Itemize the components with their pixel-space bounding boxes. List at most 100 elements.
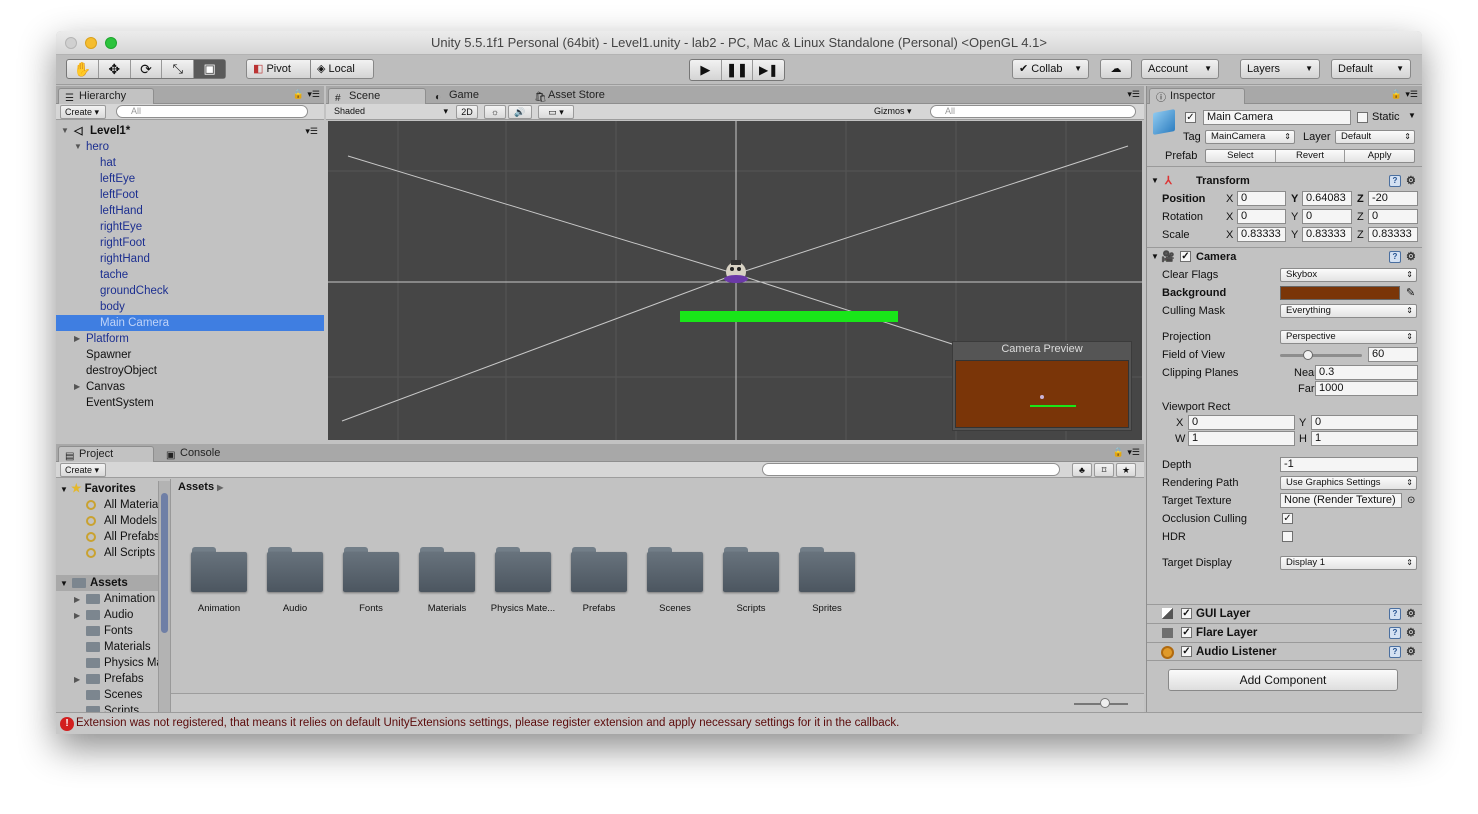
- prefab-revert-button[interactable]: Revert: [1276, 150, 1346, 162]
- fov-slider-thumb[interactable]: [1303, 350, 1313, 360]
- rotate-tool-icon[interactable]: ⟳: [131, 60, 163, 78]
- hierarchy-item-main-camera[interactable]: Main Camera: [56, 315, 324, 331]
- project-tree-scrollbar[interactable]: [158, 481, 170, 712]
- hierarchy-item-destroyobject[interactable]: destroyObject: [56, 363, 324, 379]
- close-window-button[interactable]: [65, 37, 77, 49]
- depth-field[interactable]: -1: [1280, 457, 1418, 472]
- layers-dropdown[interactable]: Layers ▼: [1240, 59, 1320, 79]
- hierarchy-item-lefteye[interactable]: leftEye: [56, 171, 324, 187]
- help-icon[interactable]: ?: [1389, 627, 1401, 639]
- pause-button[interactable]: ❚❚: [722, 60, 754, 80]
- position-z-field[interactable]: -20: [1368, 191, 1418, 206]
- culling-mask-dropdown[interactable]: Everything ⇕: [1280, 304, 1417, 318]
- scale-x-field[interactable]: 0.83333: [1237, 227, 1286, 242]
- step-button[interactable]: ▶❚: [753, 60, 784, 80]
- target-display-dropdown[interactable]: Display 1 ⇕: [1280, 556, 1417, 570]
- rendering-path-dropdown[interactable]: Use Graphics Settings ⇕: [1280, 476, 1417, 490]
- asset-folder-tile[interactable]: Physics Mate...: [489, 547, 557, 614]
- panel-menu-icon[interactable]: ▾☰: [1127, 89, 1140, 100]
- gear-icon[interactable]: ⚙: [1406, 248, 1416, 266]
- scene-search-input[interactable]: All: [930, 105, 1136, 118]
- asset-folder-fonts[interactable]: Fonts: [74, 623, 170, 639]
- scale-tool-icon[interactable]: ⤡: [162, 60, 195, 78]
- favorite-button[interactable]: ★: [1116, 463, 1136, 477]
- asset-folder-tile[interactable]: Fonts: [342, 547, 400, 614]
- scrollbar-thumb[interactable]: [161, 493, 168, 633]
- gizmos-dropdown[interactable]: Gizmos ▾: [870, 105, 922, 119]
- near-field[interactable]: 0.3: [1315, 365, 1418, 380]
- scale-z-field[interactable]: 0.83333: [1368, 227, 1418, 242]
- help-icon[interactable]: ?: [1389, 646, 1401, 658]
- clear-flags-dropdown[interactable]: Skybox ⇕: [1280, 268, 1417, 282]
- create-dropdown[interactable]: Create ▾: [60, 105, 106, 119]
- tab-scene[interactable]: # Scene: [328, 88, 426, 104]
- project-search-input[interactable]: [762, 463, 1060, 476]
- active-checkbox[interactable]: ✓: [1185, 112, 1196, 123]
- hierarchy-item-spawner[interactable]: Spawner: [56, 347, 324, 363]
- audio-listener-component[interactable]: ✓ Audio Listener ? ⚙: [1147, 642, 1422, 661]
- gear-icon[interactable]: ⚙: [1406, 643, 1416, 661]
- scale-y-field[interactable]: 0.83333: [1302, 227, 1352, 242]
- lock-icon[interactable]: 🔒: [1113, 447, 1124, 458]
- favorites-header[interactable]: ▼ ★ Favorites: [60, 481, 170, 497]
- platform-sprite[interactable]: [680, 311, 898, 322]
- gear-icon[interactable]: ⚙: [1406, 172, 1416, 190]
- tab-inspector[interactable]: ⓘ Inspector: [1149, 88, 1245, 104]
- asset-folder-tile[interactable]: Sprites: [798, 547, 856, 614]
- projection-dropdown[interactable]: Perspective ⇕: [1280, 330, 1417, 344]
- transform-header[interactable]: ▼ ⅄ Transform ? ⚙: [1147, 172, 1422, 190]
- tag-dropdown[interactable]: MainCamera ⇕: [1205, 130, 1295, 144]
- lock-icon[interactable]: 🔒: [1391, 89, 1402, 100]
- local-toggle-button[interactable]: ◈ Local: [310, 59, 374, 79]
- occlusion-checkbox[interactable]: ✓: [1282, 513, 1293, 524]
- assets-breadcrumb[interactable]: Assets ▶: [171, 479, 1144, 496]
- tab-game[interactable]: ◐ Game: [429, 88, 523, 104]
- pivot-toggle-button[interactable]: ◧ Pivot: [246, 59, 311, 79]
- asset-folder-physics-materials[interactable]: Physics Materials: [74, 655, 170, 671]
- target-texture-field[interactable]: None (Render Texture): [1280, 493, 1402, 508]
- scene-viewport[interactable]: Camera Preview: [328, 121, 1142, 440]
- camera-enabled-checkbox[interactable]: ✓: [1180, 251, 1191, 262]
- chevron-down-icon[interactable]: ▼: [1408, 111, 1416, 120]
- hierarchy-item-tache[interactable]: tache: [56, 267, 324, 283]
- filter-type-button[interactable]: ♣: [1072, 463, 1092, 477]
- collab-dropdown[interactable]: ✔ Collab ▼: [1012, 59, 1089, 79]
- hierarchy-item-hat[interactable]: hat: [56, 155, 324, 171]
- layer-dropdown[interactable]: Default ⇕: [1335, 130, 1415, 144]
- prefab-select-button[interactable]: Select: [1206, 150, 1276, 162]
- asset-folder-tile[interactable]: Scripts: [722, 547, 780, 614]
- audio-toggle[interactable]: 🔊: [508, 105, 532, 119]
- eyedropper-icon[interactable]: ✎: [1406, 284, 1415, 302]
- position-y-field[interactable]: 0.64083: [1302, 191, 1352, 206]
- background-color-swatch[interactable]: [1280, 286, 1400, 300]
- asset-folder-tile[interactable]: Animation: [190, 547, 248, 614]
- rotation-x-field[interactable]: 0: [1237, 209, 1286, 224]
- asset-folder-prefabs[interactable]: ▶ Prefabs: [74, 671, 170, 687]
- hierarchy-item-righteye[interactable]: rightEye: [56, 219, 324, 235]
- gear-icon[interactable]: ⚙: [1406, 605, 1416, 623]
- viewport-y-field[interactable]: 0: [1311, 415, 1418, 430]
- object-picker-icon[interactable]: ⊙: [1407, 492, 1415, 510]
- asset-folder-audio[interactable]: ▶ Audio: [74, 607, 170, 623]
- rotation-y-field[interactable]: 0: [1302, 209, 1352, 224]
- tab-console[interactable]: ▣ Console: [160, 446, 250, 462]
- cloud-button[interactable]: ☁: [1100, 59, 1132, 79]
- account-dropdown[interactable]: Account ▼: [1141, 59, 1219, 79]
- help-icon[interactable]: ?: [1389, 608, 1401, 620]
- effects-dropdown[interactable]: ▭ ▾: [538, 105, 574, 119]
- create-dropdown[interactable]: Create ▾: [60, 463, 106, 477]
- shading-mode-dropdown[interactable]: Shaded ▾: [330, 105, 450, 119]
- fov-field[interactable]: 60: [1368, 347, 1418, 362]
- gui-layer-checkbox[interactable]: ✓: [1181, 608, 1192, 619]
- asset-folder-animation[interactable]: ▶ Animation: [74, 591, 170, 607]
- camera-header[interactable]: ▼ 🎥 ✓ Camera ? ⚙: [1147, 248, 1422, 266]
- maximize-window-button[interactable]: [105, 37, 117, 49]
- asset-folder-scripts[interactable]: Scripts: [74, 703, 170, 712]
- scene-root-row[interactable]: ▼ ◁ Level1* ▾☰: [56, 123, 324, 139]
- hierarchy-item-leftfoot[interactable]: leftFoot: [56, 187, 324, 203]
- hierarchy-item-hero[interactable]: ▼ hero: [56, 139, 324, 155]
- scene-menu-icon[interactable]: ▾☰: [305, 123, 318, 139]
- gear-icon[interactable]: ⚙: [1406, 624, 1416, 642]
- prefab-apply-button[interactable]: Apply: [1345, 150, 1414, 162]
- hierarchy-item-canvas[interactable]: ▶ Canvas: [56, 379, 324, 395]
